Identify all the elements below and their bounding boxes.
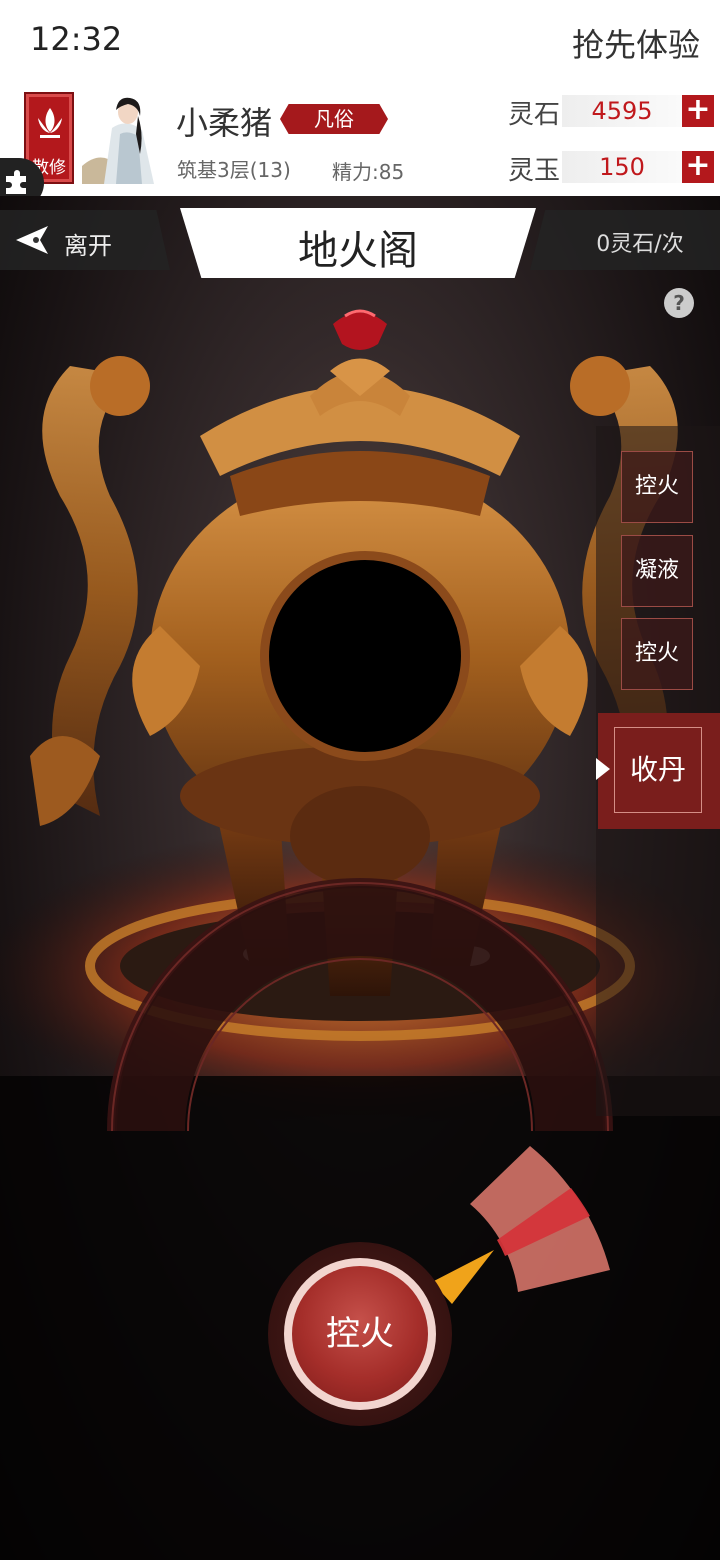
cost-per-use: 0灵石/次: [596, 232, 684, 257]
rank-badge: 凡俗: [280, 104, 388, 134]
step-collect-pill-label: 收丹: [614, 727, 702, 813]
hall-title-plate: 地火阁: [180, 208, 536, 278]
add-spirit-stone-button[interactable]: +: [682, 95, 714, 127]
step-panel: 控火 凝液 控火 收丹: [596, 426, 720, 1116]
leave-button[interactable]: 离开: [0, 210, 170, 270]
cultivation-realm: 筑基3层(13): [177, 158, 291, 182]
spirit-jade-value: 150: [562, 151, 682, 183]
player-avatar[interactable]: [82, 94, 166, 184]
current-step-arrow-icon: [596, 758, 610, 780]
lotus-sect-icon: [38, 108, 62, 138]
plus-icon: +: [685, 92, 711, 127]
spirit-stone-value: 4595: [562, 95, 682, 127]
leave-arrow-icon: [16, 226, 48, 254]
furnace-scene: 离开 地火阁 0灵石/次 ? 控火 凝液 控火 收丹 控火: [0, 196, 720, 1560]
status-bar: 12:32 抢先体验: [0, 0, 720, 84]
puzzle-icon: [6, 170, 26, 194]
hall-title: 地火阁: [298, 228, 418, 274]
cost-display: 0灵石/次: [530, 210, 720, 270]
energy-value: 精力:85: [332, 160, 405, 184]
fire-control-button[interactable]: 控火: [268, 1242, 452, 1426]
add-spirit-jade-button[interactable]: +: [682, 151, 714, 183]
spirit-stone-label: 灵石: [508, 100, 561, 130]
step-fire-control-2[interactable]: 控火: [621, 618, 693, 690]
leave-label: 离开: [64, 232, 112, 260]
early-access-button[interactable]: 抢先体验: [572, 20, 700, 66]
plus-icon: +: [685, 148, 711, 183]
help-icon[interactable]: ?: [664, 288, 694, 318]
player-name: 小柔猪: [176, 104, 273, 142]
player-header: 散修 小柔猪 凡俗 筑基3层(13) 精力:85 灵石 4595 + 灵玉 15…: [0, 84, 720, 196]
status-time: 12:32: [30, 20, 123, 58]
step-fire-control-1[interactable]: 控火: [621, 451, 693, 523]
step-condense[interactable]: 凝液: [621, 535, 693, 607]
spirit-jade-label: 灵玉: [508, 156, 561, 186]
step-collect-pill[interactable]: 收丹: [596, 713, 720, 829]
fire-control-label: 控火: [292, 1266, 428, 1402]
